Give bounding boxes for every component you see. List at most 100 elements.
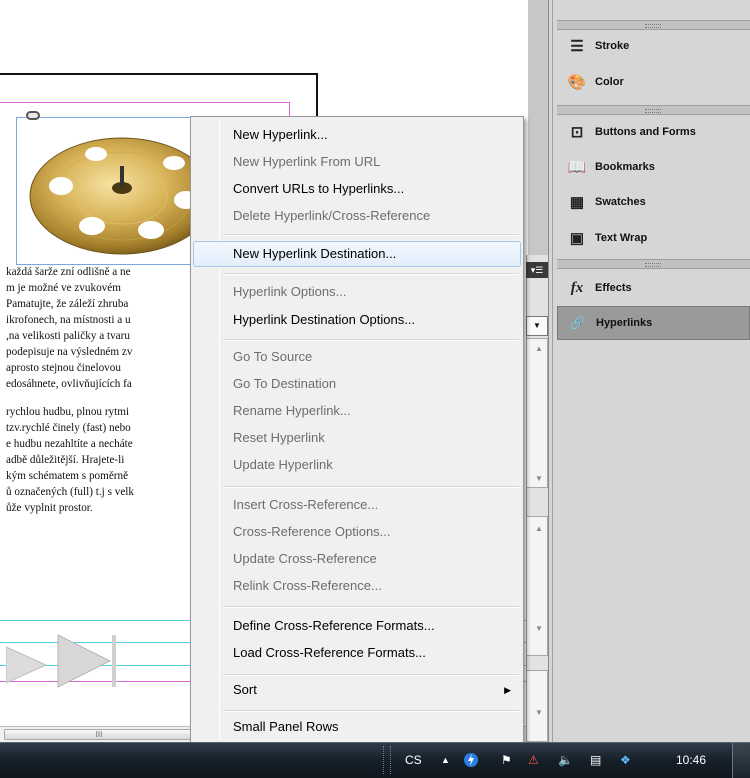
body-text-frame[interactable]: každá šarže zní odlišně a ne m je možné … [6, 264, 192, 516]
menu-separator [223, 234, 519, 236]
menu-separator [223, 710, 519, 712]
panel-tab-label: Stroke [595, 40, 630, 52]
menu-item-update-cross-reference[interactable]: Update Cross-Reference [193, 546, 521, 572]
panel-tab-label: Color [595, 76, 624, 88]
swatches-icon: ▦ [569, 194, 585, 211]
text-line: adbě důležitější. Hrajete-li [6, 454, 125, 466]
network-icon[interactable]: ▤ [590, 742, 601, 778]
panel-tab-label: Swatches [595, 196, 646, 208]
menu-item-convert-urls[interactable]: Convert URLs to Hyperlinks... [193, 176, 521, 202]
text-line: e hudbu nezahltíte a necháte [6, 438, 133, 450]
menu-item-define-cross-reference-formats[interactable]: Define Cross-Reference Formats... [193, 613, 521, 639]
windows-taskbar [0, 742, 750, 778]
page-edge-top [0, 73, 318, 75]
panel-tab-swatches[interactable]: ▦ Swatches [557, 185, 750, 219]
menu-item-hyperlink-options[interactable]: Hyperlink Options... [193, 279, 521, 305]
menu-separator [223, 486, 519, 488]
menu-separator [223, 273, 519, 275]
panel-group-grip[interactable] [557, 105, 750, 115]
bookmarks-icon: 📖 [567, 159, 587, 176]
text-line: podepisuje na výsledném zv [6, 346, 133, 358]
panel-menu-icon[interactable]: ▾☰ [526, 262, 548, 278]
show-hidden-icons-icon[interactable]: ▲ [441, 742, 450, 778]
volume-icon[interactable]: 🔈 [558, 742, 573, 778]
menu-item-insert-cross-reference[interactable]: Insert Cross-Reference... [193, 492, 521, 518]
panel-tab-bookmarks[interactable]: 📖 Bookmarks [557, 150, 750, 184]
menu-item-go-to-destination[interactable]: Go To Destination [193, 371, 521, 397]
menu-item-update-hyperlink[interactable]: Update Hyperlink [193, 452, 521, 478]
panel-dock-divider [552, 0, 553, 742]
text-line: ůže vyplnit prostor. [6, 502, 93, 514]
text-line [6, 392, 192, 404]
menu-item-sort[interactable]: Sort ▶ [193, 677, 521, 703]
text-line: Pamatujte, že záleží zhruba [6, 298, 129, 310]
color-palette-icon: 🎨 [567, 74, 587, 91]
scroll-down-icon[interactable]: ▼ [535, 708, 543, 717]
menu-item-relink-cross-reference[interactable]: Relink Cross-Reference... [193, 573, 521, 599]
dropdown-chevron-icon[interactable]: ▼ [526, 316, 548, 336]
clock[interactable]: 10:46 [676, 742, 706, 778]
scrollbar-thumb[interactable]: III [4, 729, 194, 740]
effects-icon: fx [570, 279, 584, 296]
panel-tab-stroke[interactable]: ☰ Stroke [557, 29, 750, 63]
security-alert-icon[interactable]: ⚠ [528, 742, 539, 778]
menu-item-label: Sort [233, 682, 257, 697]
text-line: m je možné ve zvukovém [6, 282, 121, 294]
hyperlinks-icon: 🔗 [569, 315, 587, 330]
dropbox-icon[interactable]: ❖ [620, 742, 631, 778]
hyperlink-badge-icon[interactable] [26, 111, 40, 120]
margin-guide-top [0, 102, 290, 103]
text-line: rychlou hudbu, plnou rytmi [6, 406, 130, 418]
menu-item-go-to-source[interactable]: Go To Source [193, 344, 521, 370]
play-arrow-graphic[interactable] [6, 625, 126, 695]
text-line: tzv.rychlé činely (fast) nebo [6, 422, 131, 434]
panel-tab-hyperlinks[interactable]: 🔗 Hyperlinks [557, 306, 750, 340]
menu-item-hyperlink-destination-options[interactable]: Hyperlink Destination Options... [193, 307, 521, 333]
menu-item-load-cross-reference-formats[interactable]: Load Cross-Reference Formats... [193, 640, 521, 666]
menu-separator [223, 674, 519, 676]
menu-item-reset-hyperlink[interactable]: Reset Hyperlink [193, 425, 521, 451]
stroke-icon: ☰ [570, 38, 584, 55]
panel-tab-buttons-and-forms[interactable]: ⊡ Buttons and Forms [557, 115, 750, 149]
scroll-down-icon[interactable]: ▼ [535, 624, 543, 633]
menu-item-new-hyperlink[interactable]: New Hyperlink... [193, 122, 521, 148]
panel-tab-label: Bookmarks [595, 161, 655, 173]
panel-group-grip[interactable] [557, 259, 750, 269]
panel-list-box-2[interactable] [526, 516, 548, 656]
menu-item-delete-hyperlink[interactable]: Delete Hyperlink/Cross-Reference [193, 203, 521, 229]
panel-list-box-1[interactable] [526, 338, 548, 488]
text-wrap-icon: ▣ [569, 230, 585, 247]
show-desktop-button[interactable] [732, 743, 750, 778]
scroll-up-icon[interactable]: ▲ [535, 344, 543, 353]
panel-tab-label: Buttons and Forms [595, 126, 696, 138]
menu-item-new-hyperlink-destination[interactable]: New Hyperlink Destination... [193, 241, 521, 267]
menu-item-small-panel-rows[interactable]: Small Panel Rows [193, 714, 521, 740]
text-line: ů označených (full) t.j s velk [6, 486, 134, 498]
text-line: edosáhnete, ovlivňujících fa [6, 378, 132, 390]
action-center-flag-icon[interactable]: ⚑ [501, 742, 512, 778]
panel-tab-label: Text Wrap [595, 232, 648, 244]
text-line: aprosto stejnou činelovou [6, 362, 121, 374]
language-indicator[interactable]: CS [405, 742, 422, 778]
scroll-down-icon[interactable]: ▼ [535, 474, 543, 483]
panel-list-box-3[interactable] [526, 670, 548, 742]
panel-tab-text-wrap[interactable]: ▣ Text Wrap [557, 221, 750, 255]
buttons-forms-icon: ⊡ [570, 124, 584, 141]
panel-tab-color[interactable]: 🎨 Color [557, 65, 750, 99]
scroll-up-icon[interactable]: ▲ [535, 524, 543, 533]
menu-separator [223, 606, 519, 608]
text-line: kým schématem s poměrně [6, 470, 129, 482]
text-line: ,na velikosti paličky a tvaru [6, 330, 130, 342]
menu-item-cross-reference-options[interactable]: Cross-Reference Options... [193, 519, 521, 545]
text-line: ikrofonech, na místnosti a u [6, 314, 131, 326]
text-line: každá šarže zní odlišně a ne [6, 266, 131, 278]
panel-tab-label: Hyperlinks [596, 317, 653, 329]
submenu-arrow-icon: ▶ [504, 685, 511, 695]
menu-item-new-hyperlink-from-url[interactable]: New Hyperlink From URL [193, 149, 521, 175]
panel-tab-effects[interactable]: fx Effects [557, 271, 750, 305]
menu-item-rename-hyperlink[interactable]: Rename Hyperlink... [193, 398, 521, 424]
menu-separator [223, 339, 519, 341]
hyperlinks-context-menu: New Hyperlink... New Hyperlink From URL … [190, 116, 524, 743]
panel-tab-label: Effects [595, 282, 632, 294]
power-icon[interactable] [462, 742, 480, 778]
